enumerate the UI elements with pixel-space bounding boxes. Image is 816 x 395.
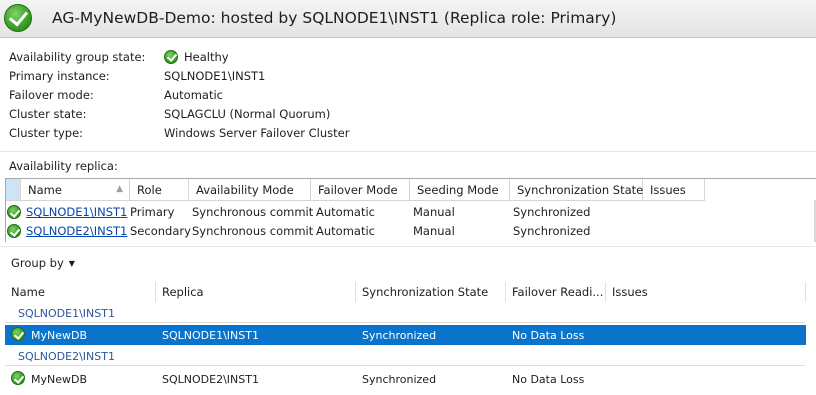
sort-asc-icon: ▲ <box>116 184 123 194</box>
group-by-dropdown[interactable]: Group by ▼ <box>11 256 75 270</box>
database-row[interactable]: MyNewDB SQLNODE1\INST1 Synchronized No D… <box>5 325 806 345</box>
group-divider <box>5 365 805 366</box>
synchronized-check-icon <box>7 205 21 219</box>
cluster-state-value: SQLAGCLU (Normal Quorum) <box>164 107 331 121</box>
section-divider <box>0 151 816 152</box>
synchronized-check-icon <box>7 224 21 238</box>
database-failover-readiness: No Data Loss <box>512 329 585 342</box>
failover-mode-value: Automatic <box>164 88 223 102</box>
synchronized-check-icon <box>11 327 25 341</box>
replica-role: Secondary <box>130 224 191 238</box>
cluster-type-label: Cluster type: <box>9 126 84 140</box>
dashboard-title-bar: AG-MyNewDB-Demo: hosted by SQLNODE1\INST… <box>0 0 816 38</box>
database-name: MyNewDB <box>31 329 88 342</box>
replica-failover-mode: Automatic <box>316 224 375 238</box>
dashboard-title: AG-MyNewDB-Demo: hosted by SQLNODE1\INST… <box>52 9 617 27</box>
db-column-header-failover-readiness[interactable]: Failover Readi... <box>512 285 603 299</box>
column-divider <box>355 282 356 302</box>
column-header-failover-mode[interactable]: Failover Mode <box>311 179 410 201</box>
primary-instance-label: Primary instance: <box>9 69 110 83</box>
replica-seeding-mode: Manual <box>413 205 455 219</box>
db-column-header-issues[interactable]: Issues <box>612 285 648 299</box>
replica-sync-state: Synchronized <box>513 224 591 238</box>
section-divider <box>0 246 816 247</box>
healthy-check-icon <box>164 49 178 64</box>
database-failover-readiness: No Data Loss <box>512 373 585 386</box>
replica-role: Primary <box>130 205 175 219</box>
group-by-label: Group by <box>11 256 64 270</box>
replica-failover-mode: Automatic <box>316 205 375 219</box>
group-header-sqlnode2[interactable]: SQLNODE2\INST1 <box>18 350 115 363</box>
replica-name-link[interactable]: SQLNODE1\INST1 <box>26 205 127 219</box>
db-column-header-name[interactable]: Name <box>11 285 45 299</box>
column-header-name[interactable]: Name ▲ <box>21 179 130 201</box>
chevron-down-icon: ▼ <box>68 259 75 268</box>
column-header-seeding-mode[interactable]: Seeding Mode <box>410 179 510 201</box>
column-header-sync-state[interactable]: Synchronization State <box>510 179 643 201</box>
database-replica: SQLNODE1\INST1 <box>162 329 259 342</box>
primary-instance-value: SQLNODE1\INST1 <box>164 69 266 83</box>
synchronized-check-icon <box>11 371 25 385</box>
column-divider <box>505 282 506 302</box>
replica-availability-mode: Synchronous commit <box>192 224 314 238</box>
ag-state-text: Healthy <box>184 50 229 64</box>
column-divider <box>605 282 606 302</box>
column-header-availability-mode[interactable]: Availability Mode <box>189 179 311 201</box>
healthy-status-icon <box>4 4 32 32</box>
column-divider <box>805 282 806 302</box>
ag-state-value: Healthy <box>164 49 229 64</box>
database-name: MyNewDB <box>31 373 88 386</box>
failover-mode-label: Failover mode: <box>9 88 94 102</box>
group-divider <box>5 322 805 323</box>
database-row[interactable]: MyNewDB SQLNODE2\INST1 Synchronized No D… <box>5 369 806 389</box>
database-sync-state: Synchronized <box>362 373 437 386</box>
cluster-state-label: Cluster state: <box>9 107 87 121</box>
availability-replica-label: Availability replica: <box>9 159 118 173</box>
db-column-header-replica[interactable]: Replica <box>162 285 204 299</box>
group-header-sqlnode1[interactable]: SQLNODE1\INST1 <box>18 307 115 320</box>
database-sync-state: Synchronized <box>362 329 437 342</box>
replica-availability-mode: Synchronous commit <box>192 205 314 219</box>
ag-state-label: Availability group state: <box>9 50 146 64</box>
column-header-issues[interactable]: Issues <box>643 179 705 201</box>
replica-seeding-mode: Manual <box>413 224 455 238</box>
db-column-header-sync-state[interactable]: Synchronization State <box>362 285 488 299</box>
replica-grid: Name ▲ Role Availability Mode Failover Mo… <box>5 178 816 242</box>
cluster-type-value: Windows Server Failover Cluster <box>164 126 350 140</box>
grid-corner <box>6 179 21 201</box>
database-replica: SQLNODE2\INST1 <box>162 373 259 386</box>
column-header-role[interactable]: Role <box>130 179 189 201</box>
replica-sync-state: Synchronized <box>513 205 591 219</box>
column-divider <box>155 282 156 302</box>
replica-name-link[interactable]: SQLNODE2\INST1 <box>26 224 127 238</box>
